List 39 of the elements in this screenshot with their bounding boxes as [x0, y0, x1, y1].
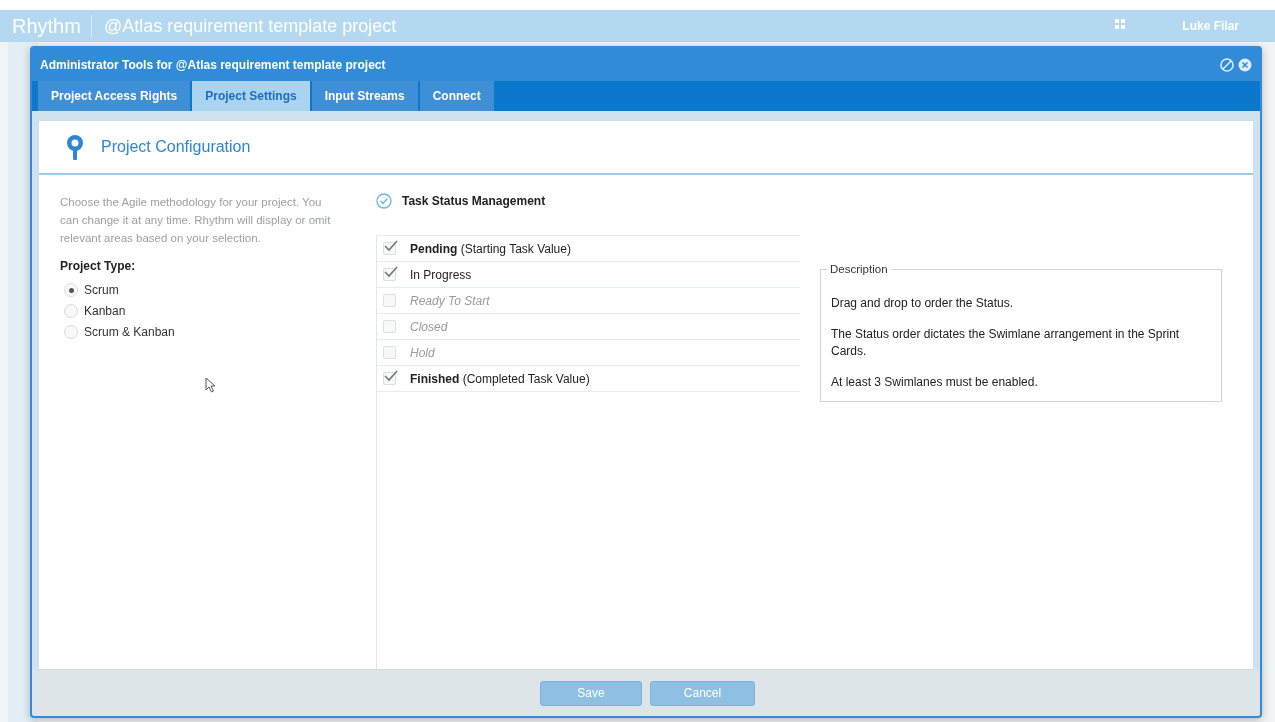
tab[interactable]: Connect	[419, 81, 494, 111]
radio-option[interactable]: Kanban	[64, 304, 376, 318]
radio-button[interactable]	[64, 304, 78, 318]
check-icon	[384, 370, 398, 382]
tab[interactable]: Project Access Rights	[38, 81, 191, 111]
checkbox[interactable]	[383, 372, 396, 385]
description-text: Drag and drop to order the Status.	[831, 295, 1015, 312]
status-row[interactable]: In Progress	[377, 262, 800, 288]
intro-text: Choose the Agile methodology for your project. You can change it at any time. Rhythm will display or omit relevant areas based on your selection.	[60, 195, 332, 246]
task-status-title: Task Status Management	[402, 194, 546, 208]
status-row[interactable]: Pending (Starting Task Value)	[377, 235, 800, 262]
tab[interactable]: Input Streams	[311, 81, 418, 111]
section-title: Project Configuration	[101, 138, 251, 156]
checkbox[interactable]	[383, 268, 396, 281]
tab[interactable]: Project Settings	[192, 81, 310, 111]
check-icon	[384, 266, 398, 278]
status-row[interactable]: Closed	[377, 314, 800, 340]
checkbox[interactable]	[383, 346, 396, 359]
minimize-icon[interactable]	[1220, 57, 1234, 72]
checkbox[interactable]	[383, 320, 396, 333]
project-title: @Atlas requirement template project	[103, 15, 398, 37]
status-row[interactable]: Hold	[377, 340, 800, 366]
status-row[interactable]: Finished (Completed Task Value)	[377, 366, 800, 392]
dialog-title: Administrator Tools for @Atlas requirement template project	[40, 57, 387, 72]
description-legend: Description	[827, 263, 891, 275]
radio-option[interactable]: Scrum	[64, 283, 376, 297]
status-row[interactable]: Ready To Start	[377, 288, 800, 314]
checkbox[interactable]	[383, 242, 396, 255]
close-icon[interactable]	[1238, 57, 1252, 72]
check-circle-icon	[376, 193, 392, 209]
radio-option[interactable]: Scrum & Kanban	[64, 325, 376, 339]
mouse-cursor-icon	[205, 377, 217, 393]
description-text: The Status order dictates the Swimlane arrangement in the Sprint Cards.	[831, 326, 1181, 360]
check-icon	[384, 240, 398, 252]
description-text: At least 3 Swimlanes must be enabled.	[831, 374, 1039, 391]
project-type-label: Project Type:	[60, 259, 137, 273]
checkbox[interactable]	[383, 294, 396, 307]
radio-button[interactable]	[64, 325, 78, 339]
radio-button[interactable]	[64, 283, 78, 297]
